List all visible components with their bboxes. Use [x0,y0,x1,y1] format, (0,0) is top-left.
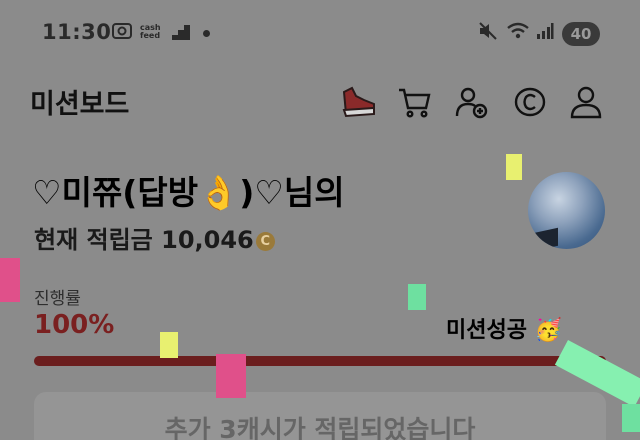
stairs-icon [172,24,190,44]
screenshot-icon [112,22,132,44]
confetti-piece [0,258,20,302]
battery-indicator: 40 [562,22,600,46]
progress-bar-fill [34,356,606,366]
signal-icon [536,22,554,44]
confetti-piece [160,332,178,358]
reward-message: 추가 3캐시가 적립되었습니다 [164,415,476,440]
reward-toast: 추가 3캐시가 적립되었습니다 [34,392,606,440]
avatar[interactable] [528,172,605,249]
add-friend-icon[interactable] [454,84,490,120]
coin-icon: C [255,231,275,251]
profile-icon[interactable] [568,84,604,120]
page-title: 미션보드 [30,89,130,120]
progress-bar [34,356,606,366]
mission-board-screen: 11:30 cash feed 40 미션보드 ♡미쮸(답방👌)♡님의 현재 적… [0,0,640,440]
mute-icon [478,22,498,44]
mission-status-text: 미션성공 [446,318,527,343]
balance-value: 10,046 [161,226,254,254]
cashfeed-line2: feed [140,31,161,40]
cart-icon[interactable] [396,84,432,120]
sneaker-icon[interactable] [340,84,376,120]
cash-coin-icon[interactable] [512,84,548,120]
progress-value: 100% [34,310,115,340]
status-time: 11:30 [42,20,112,44]
confetti-piece [216,354,246,398]
cashfeed-icon: cash feed [140,24,161,40]
progress-label: 진행률 [34,289,81,309]
confetti-piece [506,154,522,180]
mission-status: 미션성공 🥳 [446,312,562,344]
confetti-piece [622,404,640,432]
status-bar: 11:30 cash feed 40 [0,0,640,68]
balance-label: 현재 적립금 [34,226,153,254]
wifi-icon [506,22,530,44]
confetti-piece [408,284,426,310]
party-face-icon: 🥳 [534,318,563,343]
notification-dot [203,30,210,37]
user-name-heading: ♡미쮸(답방👌)♡님의 [32,173,345,212]
balance-line: 현재 적립금 10,046 C [34,220,275,255]
